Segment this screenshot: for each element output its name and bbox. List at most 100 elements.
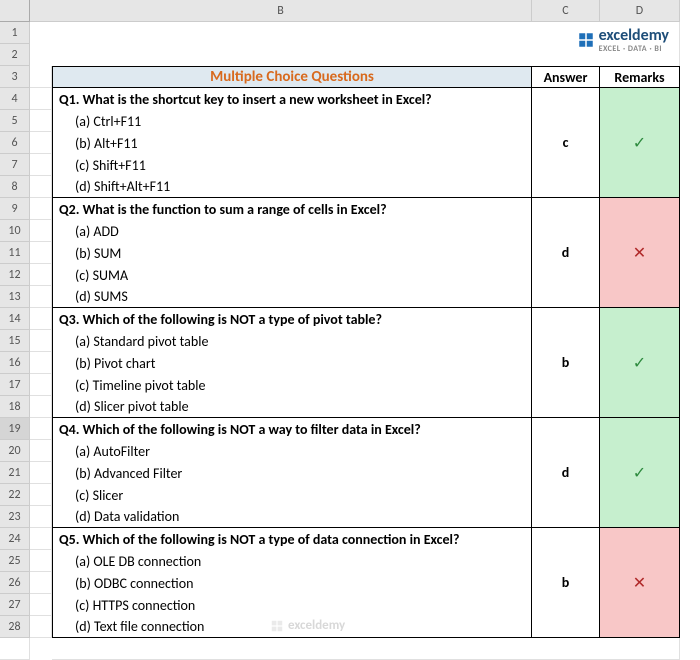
row-header[interactable]: 9	[0, 198, 30, 220]
cell[interactable]	[30, 330, 52, 352]
cell[interactable]	[30, 220, 52, 242]
row-header[interactable]: 12	[0, 264, 30, 286]
cell[interactable]	[30, 440, 52, 462]
question-text[interactable]: Q5. Which of the following is NOT a type…	[52, 528, 532, 550]
cell[interactable]	[30, 176, 52, 198]
option-text[interactable]: (a) Ctrl+F11	[52, 110, 532, 132]
row-header[interactable]: 18	[0, 396, 30, 418]
option-text[interactable]: (a) Standard pivot table	[52, 330, 532, 352]
option-text[interactable]: (b) Advanced Filter	[52, 462, 532, 484]
option-text[interactable]: (d) Data validation	[52, 506, 532, 528]
row-header[interactable]: 16	[0, 352, 30, 374]
logo-icon	[577, 31, 595, 49]
answer-cell[interactable]: c	[532, 88, 600, 198]
cell[interactable]	[30, 286, 52, 308]
option-text[interactable]: (d) Slicer pivot table	[52, 396, 532, 418]
cell[interactable]	[30, 396, 52, 418]
cell[interactable]	[30, 594, 52, 616]
answer-cell[interactable]: b	[532, 308, 600, 418]
cell[interactable]	[30, 308, 52, 330]
option-text[interactable]: (a) AutoFilter	[52, 440, 532, 462]
option-text[interactable]: (c) SUMA	[52, 264, 532, 286]
row-header[interactable]: 7	[0, 154, 30, 176]
answer-header[interactable]: Answer	[532, 66, 600, 88]
cell[interactable]	[30, 88, 52, 110]
row-header[interactable]: 13	[0, 286, 30, 308]
answer-cell[interactable]: d	[532, 418, 600, 528]
cell[interactable]	[30, 374, 52, 396]
option-text[interactable]: (d) Text file connection	[52, 616, 532, 638]
row-header[interactable]: 14	[0, 308, 30, 330]
cell[interactable]	[30, 418, 52, 440]
answer-cell[interactable]: b	[532, 528, 600, 638]
cell[interactable]	[30, 198, 52, 220]
row-header[interactable]: 23	[0, 506, 30, 528]
brand-area: exceldemy EXCEL · DATA · BI	[30, 22, 680, 66]
row-header[interactable]: 10	[0, 220, 30, 242]
row-header[interactable]: 4	[0, 88, 30, 110]
cell[interactable]	[30, 484, 52, 506]
row-header[interactable]: 28	[0, 616, 30, 638]
question-text[interactable]: Q3. Which of the following is NOT a type…	[52, 308, 532, 330]
col-header-D[interactable]: D	[600, 0, 680, 22]
cell[interactable]	[30, 616, 52, 638]
option-text[interactable]: (d) Shift+Alt+F11	[52, 176, 532, 198]
cell[interactable]	[30, 242, 52, 264]
row-header[interactable]: 22	[0, 484, 30, 506]
cell[interactable]	[30, 550, 52, 572]
cell[interactable]	[0, 638, 30, 660]
row-header[interactable]: 3	[0, 66, 30, 88]
title-cell[interactable]: Multiple Choice Questions	[52, 66, 532, 88]
row-header[interactable]: 8	[0, 176, 30, 198]
row-header[interactable]: 20	[0, 440, 30, 462]
select-all-corner[interactable]	[0, 0, 30, 22]
option-text[interactable]: (b) SUM	[52, 242, 532, 264]
row-header[interactable]: 25	[0, 550, 30, 572]
remarks-cell[interactable]: ✓	[600, 88, 680, 198]
option-text[interactable]: (b) Pivot chart	[52, 352, 532, 374]
question-text[interactable]: Q4. Which of the following is NOT a way …	[52, 418, 532, 440]
option-text[interactable]: (a) ADD	[52, 220, 532, 242]
col-header-B[interactable]: B	[30, 0, 532, 22]
cell[interactable]	[30, 110, 52, 132]
row-header[interactable]: 15	[0, 330, 30, 352]
row-header[interactable]: 2	[0, 44, 30, 66]
answer-cell[interactable]: d	[532, 198, 600, 308]
row-header[interactable]: 1	[0, 22, 30, 44]
cell[interactable]	[30, 572, 52, 594]
option-text[interactable]: (c) Slicer	[52, 484, 532, 506]
option-text[interactable]: (c) Timeline pivot table	[52, 374, 532, 396]
row-header[interactable]: 6	[0, 132, 30, 154]
cell[interactable]	[30, 154, 52, 176]
option-text[interactable]: (b) ODBC connection	[52, 572, 532, 594]
cell[interactable]	[30, 66, 52, 88]
cell[interactable]	[30, 352, 52, 374]
cell[interactable]	[30, 506, 52, 528]
row-header[interactable]: 27	[0, 594, 30, 616]
option-text[interactable]: (c) HTTPS connection	[52, 594, 532, 616]
row-header[interactable]: 24	[0, 528, 30, 550]
row-header[interactable]: 19	[0, 418, 30, 440]
question-text[interactable]: Q1. What is the shortcut key to insert a…	[52, 88, 532, 110]
remarks-header[interactable]: Remarks	[600, 66, 680, 88]
cell[interactable]	[30, 132, 52, 154]
remarks-cell[interactable]: ✕	[600, 528, 680, 638]
row-header[interactable]: 17	[0, 374, 30, 396]
cell[interactable]	[30, 462, 52, 484]
cell[interactable]	[52, 638, 680, 660]
option-text[interactable]: (c) Shift+F11	[52, 154, 532, 176]
col-header-C[interactable]: C	[532, 0, 600, 22]
option-text[interactable]: (a) OLE DB connection	[52, 550, 532, 572]
row-header[interactable]: 5	[0, 110, 30, 132]
cell[interactable]	[30, 264, 52, 286]
cell[interactable]	[30, 528, 52, 550]
row-header[interactable]: 21	[0, 462, 30, 484]
row-header[interactable]: 26	[0, 572, 30, 594]
option-text[interactable]: (b) Alt+F11	[52, 132, 532, 154]
row-header[interactable]: 11	[0, 242, 30, 264]
remarks-cell[interactable]: ✕	[600, 198, 680, 308]
option-text[interactable]: (d) SUMS	[52, 286, 532, 308]
remarks-cell[interactable]: ✓	[600, 308, 680, 418]
question-text[interactable]: Q2. What is the function to sum a range …	[52, 198, 532, 220]
remarks-cell[interactable]: ✓	[600, 418, 680, 528]
